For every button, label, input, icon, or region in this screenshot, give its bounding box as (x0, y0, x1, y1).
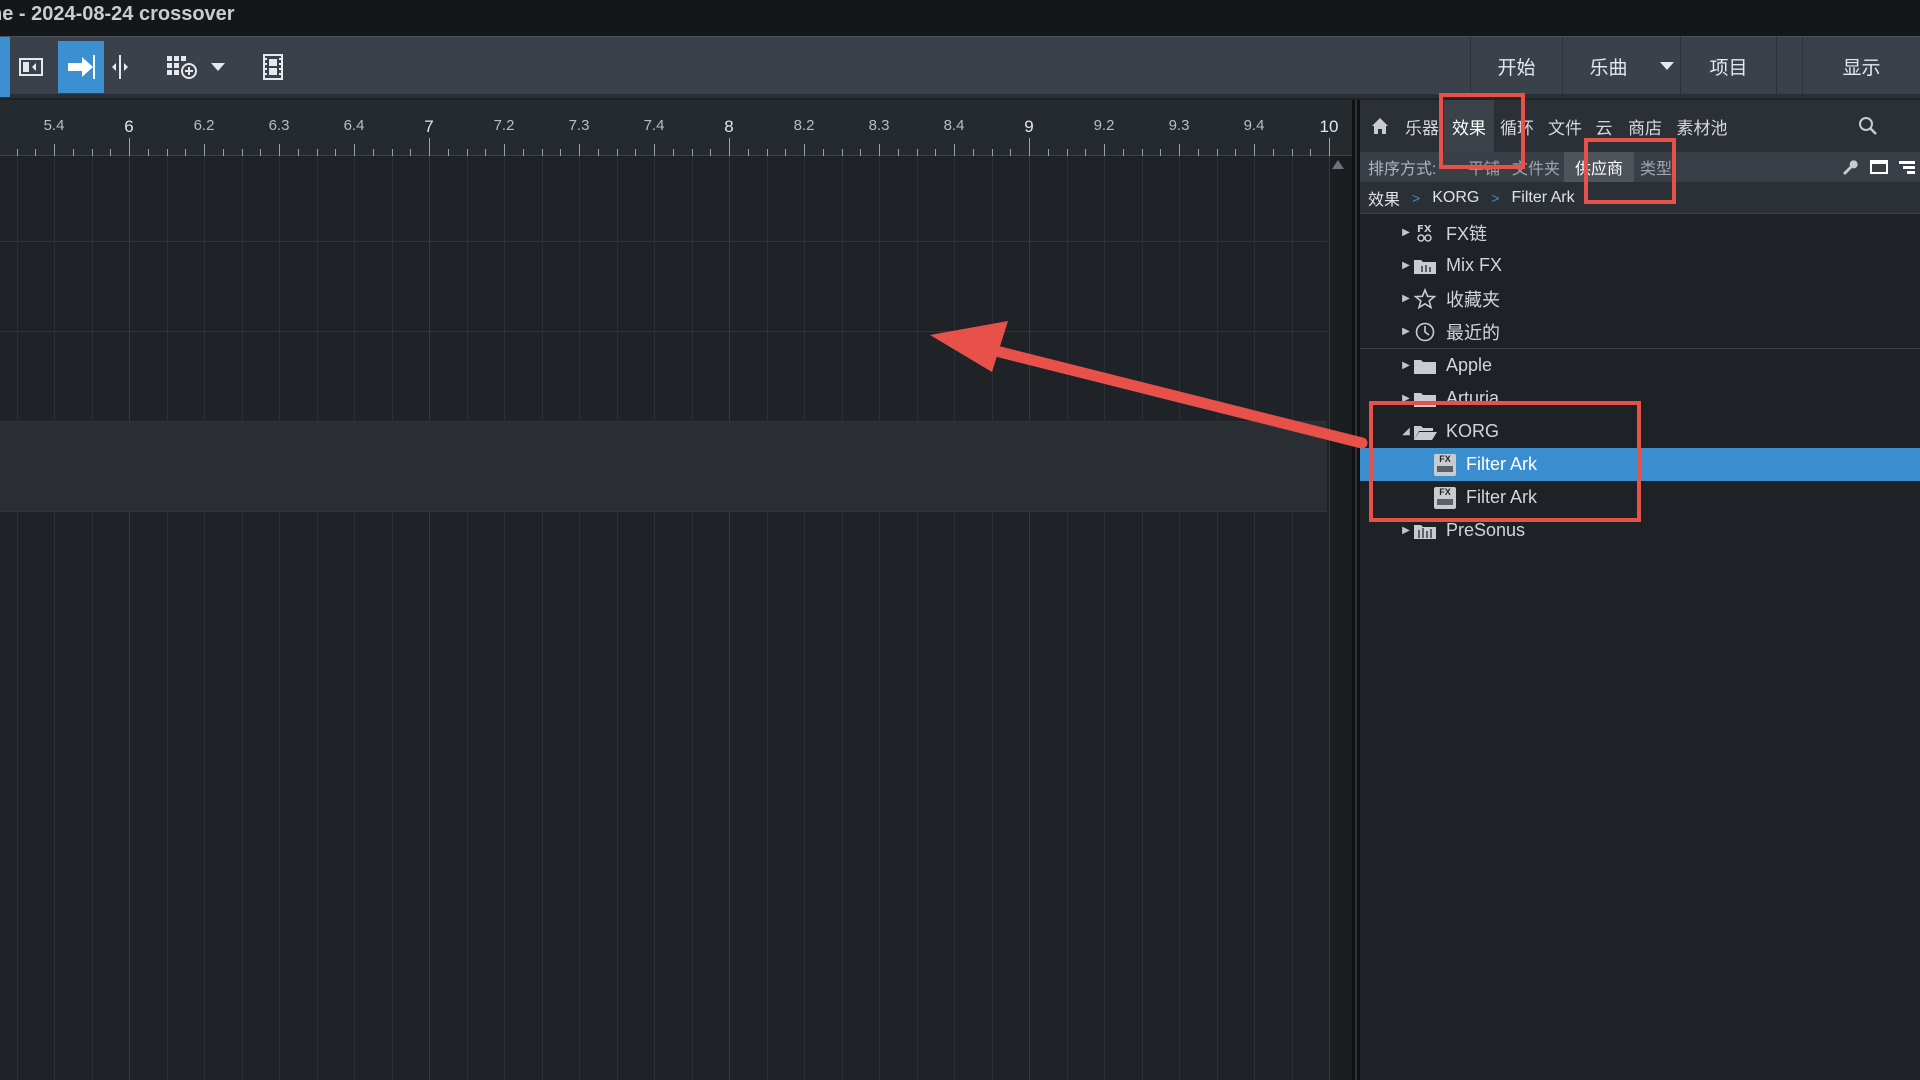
presonus-icon (1412, 520, 1438, 542)
grid-dropdown-button[interactable] (206, 47, 230, 87)
svg-text:FX: FX (1417, 224, 1432, 235)
scroll-up-arrow-icon[interactable] (1332, 160, 1344, 169)
expand-icon[interactable]: ▶ (1400, 360, 1412, 371)
tree-item-label: 收藏夹 (1446, 289, 1500, 310)
video-button[interactable] (256, 47, 290, 87)
tree-item-mix-fx[interactable]: ▶ Mix FX (1360, 249, 1920, 282)
tree-item-label: PreSonus (1446, 520, 1526, 540)
window-icon (1870, 160, 1888, 174)
grid-add-icon (167, 56, 197, 79)
annotation-box-vendor-sort (1584, 138, 1676, 204)
tree-item-label: Mix FX (1446, 255, 1502, 275)
expand-icon[interactable]: ▶ (1400, 525, 1412, 536)
folder-icon (1412, 355, 1438, 377)
tree-item-label: FX链 (1446, 223, 1488, 244)
breadcrumb-korg[interactable]: KORG (1432, 189, 1479, 207)
window-title: ne - 2024-08-24 crossover (0, 3, 235, 25)
arrow-tool-icon (68, 55, 95, 79)
tab-project[interactable]: 项目 (1680, 37, 1776, 95)
tree-item-label: 最近的 (1446, 322, 1500, 343)
expand-icon[interactable]: ▶ (1400, 260, 1412, 271)
track-lane-selected[interactable] (0, 422, 1327, 512)
tab-pool[interactable]: 素材池 (1672, 100, 1732, 152)
track-lane[interactable] (0, 242, 1327, 332)
breadcrumb-effects[interactable]: 效果 (1368, 186, 1400, 210)
panel-toggle-button[interactable] (14, 47, 48, 87)
split-tool-icon (112, 55, 128, 79)
chevron-down-icon (1660, 62, 1674, 70)
film-icon (263, 54, 283, 80)
vertical-scrollbar[interactable] (1330, 156, 1352, 1080)
tab-song[interactable]: 乐曲 (1562, 37, 1654, 95)
tab-show[interactable]: 显示 (1802, 37, 1920, 95)
chevron-right-icon: > (1412, 189, 1421, 206)
fx-chain-icon: FX (1412, 222, 1438, 244)
chevron-right-icon: > (1491, 189, 1500, 206)
arrow-tool-button[interactable] (58, 41, 104, 93)
tab-instruments[interactable]: 乐器 (1400, 100, 1444, 152)
tree-item-recent[interactable]: ▶ 最近的 (1360, 315, 1920, 348)
tab-files[interactable]: 文件 (1540, 100, 1590, 152)
settings-button[interactable] (1834, 152, 1864, 182)
tree-item-favorites[interactable]: ▶ 收藏夹 (1360, 282, 1920, 315)
wrench-icon (1843, 160, 1858, 175)
star-icon (1412, 287, 1438, 310)
panel-toggle-icon (19, 58, 43, 76)
track-lane[interactable] (0, 332, 1327, 422)
breadcrumb-filter-ark[interactable]: Filter Ark (1512, 189, 1575, 207)
annotation-box-korg-plugins (1369, 401, 1641, 522)
annotation-box-effects-tab (1439, 93, 1525, 169)
expand-icon[interactable]: ▶ (1400, 227, 1412, 238)
clock-icon (1412, 321, 1438, 343)
home-icon (1372, 118, 1388, 134)
chevron-down-icon (211, 63, 225, 71)
view-switcher: 开始 乐曲 项目 显示 (1470, 37, 1920, 97)
main-toolbar: 开始 乐曲 项目 显示 (0, 36, 1920, 98)
tab-start[interactable]: 开始 (1470, 37, 1562, 95)
arrange-view[interactable]: 5.4 6 6.2 6.3 6.4 7 7.2 7.3 7.4 8 8.2 8.3 8.4 9 9.2 9.3… (0, 100, 1352, 1080)
view-single-button[interactable] (1864, 152, 1894, 182)
expand-icon[interactable]: ▶ (1400, 326, 1412, 337)
tree-item-apple[interactable]: ▶ Apple (1360, 349, 1920, 382)
view-list-button[interactable] (1894, 152, 1920, 182)
list-icon (1899, 161, 1915, 174)
toolbar-accent (0, 37, 10, 97)
mix-fx-icon (1412, 255, 1438, 277)
browser-panel: 乐器 效果 循环 文件 云 商店 素材池 排序方式: 平铺 文件夹 供应商 类型 (1360, 100, 1920, 1080)
search-icon (1859, 117, 1877, 135)
toolbar-spacer (1776, 37, 1802, 95)
home-button[interactable] (1360, 100, 1400, 152)
tree-item-fx-chain[interactable]: ▶ FX FX链 (1360, 216, 1920, 249)
expand-icon[interactable]: ▶ (1400, 293, 1412, 304)
tree-item-label: Apple (1446, 355, 1493, 375)
grid-snap-button[interactable] (162, 47, 202, 87)
song-dropdown-button[interactable] (1654, 37, 1680, 95)
window-titlebar: ne - 2024-08-24 crossover (0, 0, 1920, 36)
panel-divider[interactable] (1352, 100, 1360, 1080)
split-tool-button[interactable] (106, 47, 134, 87)
track-lane[interactable] (0, 156, 1327, 242)
browser-search-button[interactable] (1732, 100, 1882, 152)
